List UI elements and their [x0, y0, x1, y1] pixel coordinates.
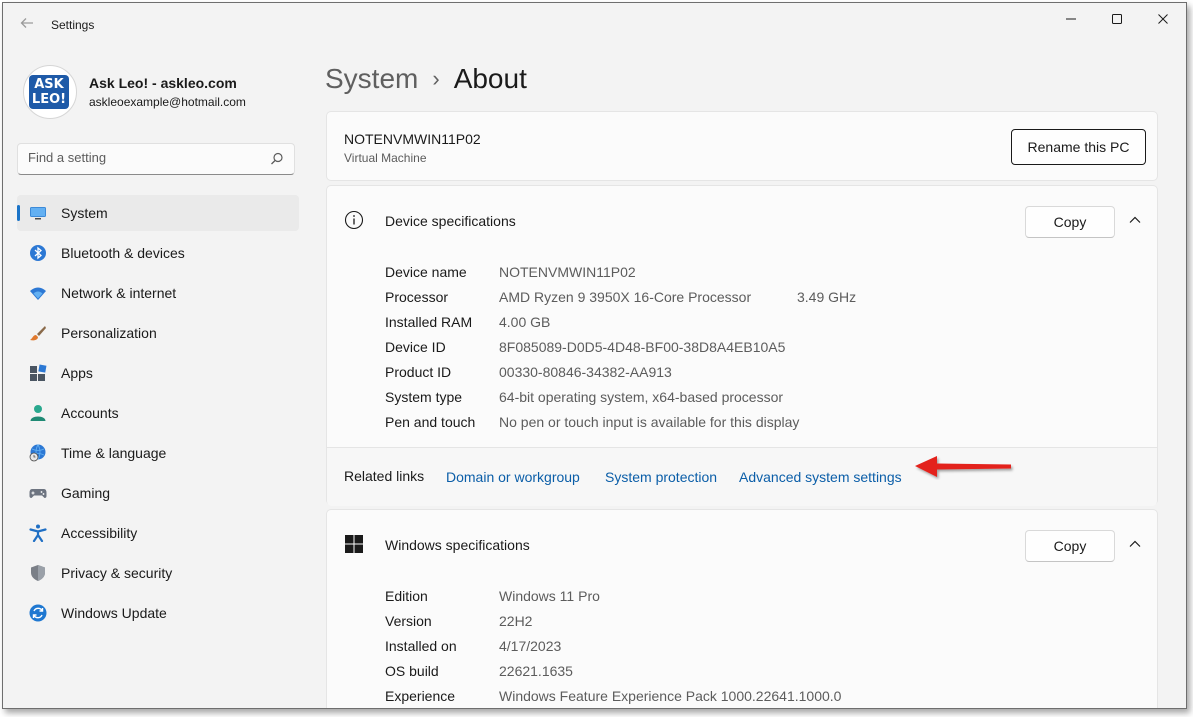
sidebar-item-apps[interactable]: Apps — [17, 355, 299, 391]
chevron-up-icon[interactable] — [1127, 536, 1143, 552]
breadcrumb-parent[interactable]: System — [325, 63, 418, 95]
red-arrow-annotation-icon — [915, 456, 1011, 477]
avatar: ASK LEO! — [23, 65, 77, 119]
apps-icon — [30, 364, 47, 381]
windows-specifications-header[interactable]: Windows specifications Copy — [327, 510, 1157, 578]
breadcrumb: System › About — [325, 59, 527, 99]
user-profile[interactable]: ASK LEO! Ask Leo! - askleo.com askleoexa… — [23, 65, 303, 121]
sidebar-item-system[interactable]: System — [17, 195, 299, 231]
related-links-label: Related links — [344, 468, 425, 484]
system-protection-link[interactable]: System protection — [605, 469, 717, 485]
app-title: Settings — [51, 18, 95, 32]
sidebar-item-windows-update[interactable]: Windows Update — [17, 595, 299, 631]
chevron-right-icon: › — [432, 66, 440, 91]
sidebar-item-accounts[interactable]: Accounts — [17, 395, 299, 431]
maximize-button[interactable] — [1094, 3, 1140, 35]
device-specifications-header[interactable]: Device specifications Copy — [327, 186, 1157, 254]
related-links-bar: Related links Domain or workgroup System… — [327, 447, 1157, 506]
update-icon — [29, 604, 47, 622]
windows-specifications-title: Windows specifications — [385, 537, 530, 553]
sidebar-item-personalization[interactable]: Personalization — [17, 315, 299, 351]
pc-name-card: NOTENVMWIN11P02 Virtual Machine Rename t… — [326, 111, 1158, 181]
copy-windows-specs-button[interactable]: Copy — [1025, 530, 1115, 562]
search-box[interactable] — [17, 143, 295, 175]
title-bar: Settings — [3, 3, 1186, 47]
settings-window: Settings ASK LEO! Ask Leo! - askleo.com … — [2, 2, 1187, 709]
back-arrow-icon[interactable] — [17, 15, 37, 35]
domain-or-workgroup-link[interactable]: Domain or workgroup — [446, 469, 580, 485]
maximize-icon — [1112, 14, 1122, 24]
close-icon — [1158, 14, 1168, 24]
advanced-system-settings-link[interactable]: Advanced system settings — [739, 469, 902, 485]
sidebar-item-privacy-security[interactable]: Privacy & security — [17, 555, 299, 591]
accessibility-icon — [29, 524, 47, 542]
windows-specifications-card: Windows specifications Copy Edition Wind… — [326, 509, 1158, 708]
chevron-up-icon[interactable] — [1127, 212, 1143, 228]
gamepad-icon — [29, 489, 47, 498]
globe-clock-icon — [29, 444, 46, 462]
device-specifications-title: Device specifications — [385, 213, 516, 229]
shield-icon — [31, 565, 45, 581]
minimize-button[interactable] — [1048, 3, 1094, 35]
wifi-icon — [30, 287, 46, 300]
sidebar-item-accessibility[interactable]: Accessibility — [17, 515, 299, 551]
bluetooth-icon — [30, 245, 46, 261]
sidebar-item-bluetooth[interactable]: Bluetooth & devices — [17, 235, 299, 271]
monitor-icon — [30, 207, 46, 220]
pc-name: NOTENVMWIN11P02 — [344, 131, 481, 147]
profile-name: Ask Leo! - askleo.com — [89, 75, 237, 91]
search-input[interactable] — [28, 150, 258, 165]
windows-logo-icon — [345, 535, 363, 553]
sidebar-item-time-language[interactable]: Time & language — [17, 435, 299, 471]
pc-type: Virtual Machine — [344, 151, 427, 165]
page-title: About — [453, 63, 527, 94]
sidebar-nav: System Bluetooth & devices Network & int… — [17, 195, 299, 635]
copy-device-specs-button[interactable]: Copy — [1025, 206, 1115, 238]
sidebar-item-network[interactable]: Network & internet — [17, 275, 299, 311]
info-icon — [344, 210, 364, 230]
search-icon[interactable] — [270, 152, 284, 166]
sidebar-item-gaming[interactable]: Gaming — [17, 475, 299, 511]
minimize-icon — [1066, 18, 1076, 20]
close-button[interactable] — [1140, 3, 1186, 35]
brush-icon — [30, 326, 46, 341]
rename-pc-button[interactable]: Rename this PC — [1011, 129, 1146, 165]
device-specifications-card: Device specifications Copy Device name N… — [326, 185, 1158, 506]
ask-leo-logo: ASK LEO! — [29, 75, 69, 109]
profile-email: askleoexample@hotmail.com — [89, 95, 246, 109]
person-icon — [30, 405, 46, 421]
